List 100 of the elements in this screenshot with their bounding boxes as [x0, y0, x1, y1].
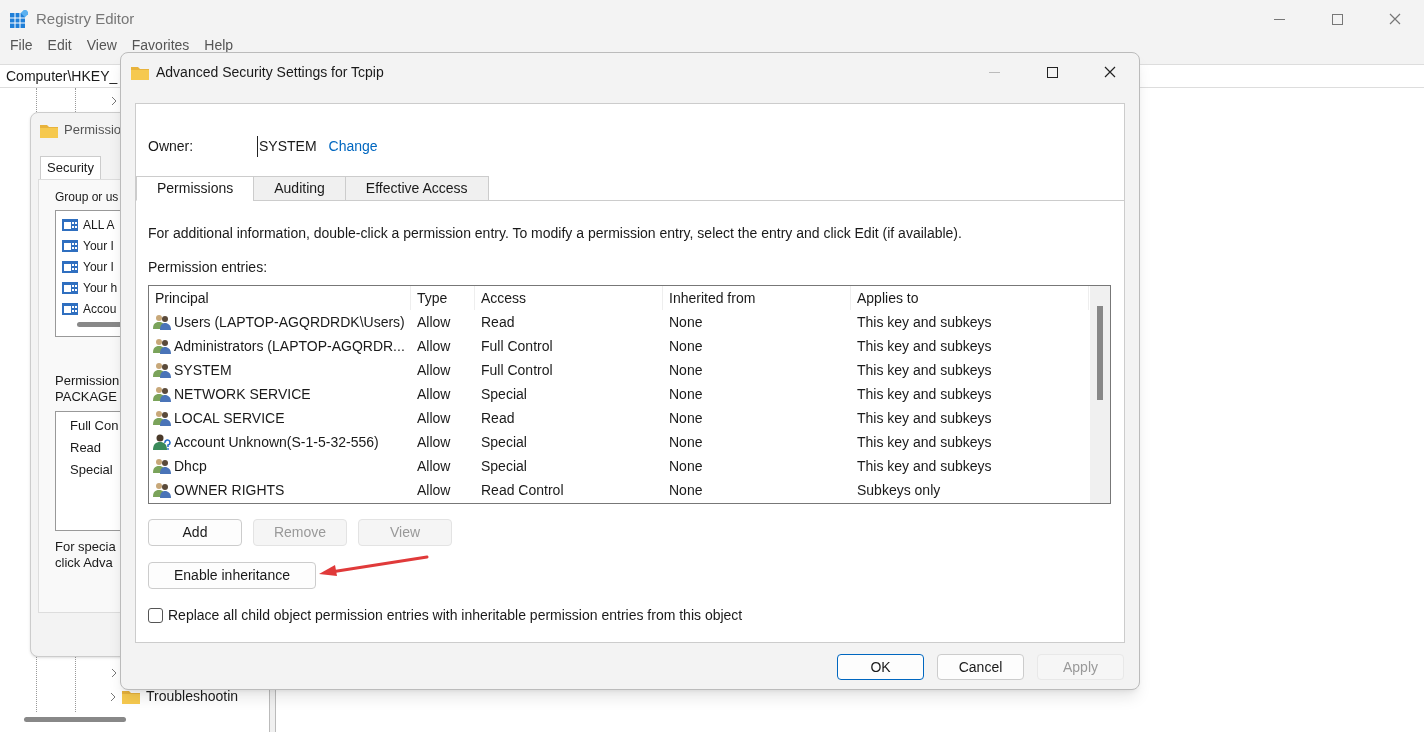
folder-icon	[40, 122, 58, 138]
table-cell-text: Allow	[416, 384, 451, 404]
table-cell-text: Users (LAPTOP-AGQRDRDK\Users)	[174, 312, 405, 332]
table-cell-text: This key and subkeys	[856, 360, 992, 380]
column-header[interactable]: Type	[411, 286, 475, 310]
table-cell-text: Dhcp	[174, 456, 207, 476]
folder-icon	[131, 64, 149, 80]
tab[interactable]: Security	[40, 156, 101, 179]
column-header[interactable]: Principal	[149, 286, 411, 310]
owner-label: Owner:	[148, 136, 195, 156]
column-header[interactable]: Access	[475, 286, 663, 310]
maximize-icon	[1046, 66, 1058, 78]
scrollbar-thumb[interactable]	[24, 717, 126, 722]
list-item[interactable]: Accou	[83, 299, 117, 318]
owner-value: SYSTEM	[257, 135, 317, 157]
dialog-button[interactable]: Cancel	[937, 654, 1024, 680]
window-title: Registry Editor	[36, 8, 135, 29]
column-header[interactable]: Applies to	[851, 286, 1089, 310]
menu-item[interactable]: View	[86, 38, 117, 52]
table-cell-text: Full Control	[480, 336, 553, 356]
dialog-title: Advanced Security Settings for Tcpip	[156, 62, 384, 82]
list-item[interactable]: ALL A	[83, 215, 115, 234]
group-icon	[61, 280, 79, 295]
table-cell-text: Allow	[416, 432, 451, 452]
menu-item[interactable]: Favorites	[131, 38, 190, 52]
table-cell-text: This key and subkeys	[856, 408, 992, 428]
table-cell-text: Allow	[416, 456, 451, 476]
chevron-icon[interactable]	[111, 96, 117, 106]
checkbox[interactable]	[148, 608, 163, 623]
change-link[interactable]: Change	[328, 135, 378, 157]
menu-item[interactable]: Help	[204, 38, 234, 52]
table-cell-text: Full Control	[480, 360, 553, 380]
table-cell-text: This key and subkeys	[856, 312, 992, 332]
table-cell-text: None	[668, 384, 703, 404]
label: Permission	[55, 373, 121, 389]
registry-icon	[10, 10, 28, 28]
users-icon	[153, 458, 171, 474]
maximize-icon	[1331, 13, 1343, 25]
tab[interactable]: Auditing	[253, 176, 346, 201]
group-icon	[61, 301, 79, 316]
users-icon	[153, 314, 171, 330]
table-cell-text: Account Unknown(S-1-5-32-556)	[174, 432, 379, 452]
group-icon	[61, 259, 79, 274]
table-cell-text: SYSTEM	[174, 360, 232, 380]
chevron-icon[interactable]	[110, 691, 116, 702]
tab[interactable]: Permissions	[136, 176, 255, 201]
enable-inheritance-button[interactable]: Enable inheritance	[148, 562, 316, 589]
users-icon	[153, 386, 171, 402]
table-cell-text: LOCAL SERVICE	[174, 408, 285, 428]
menu-item[interactable]: Edit	[47, 38, 72, 52]
list-item[interactable]: Your I	[83, 257, 114, 276]
folder-icon	[122, 689, 140, 704]
table-cell-text: Administrators (LAPTOP-AGQRDR...	[174, 336, 405, 356]
note-text: For specia	[55, 539, 117, 555]
checkbox-label: Replace all child object permission entries with inheritable permission entries from this object	[168, 606, 743, 625]
list-item[interactable]: Your I	[83, 236, 114, 255]
table-cell-text: Allow	[416, 360, 451, 380]
chevron-icon[interactable]	[111, 668, 117, 678]
action-button[interactable]: Add	[148, 519, 242, 546]
tree-item[interactable]: Troubleshootin	[146, 686, 239, 707]
entries-label: Permission entries:	[148, 259, 269, 275]
group-icon	[61, 217, 79, 232]
table-cell-text: None	[668, 360, 703, 380]
table-cell-text: Allow	[416, 480, 451, 500]
column-header[interactable]: Inherited from	[663, 286, 851, 310]
table-cell-text: None	[668, 336, 703, 356]
user-question-icon	[153, 434, 171, 450]
scrollbar-thumb[interactable]	[1097, 306, 1103, 400]
table-cell-text: Read	[480, 408, 515, 428]
table-cell-text: None	[668, 408, 703, 428]
list-item: Full Con	[70, 417, 120, 435]
menu-item[interactable]: File	[10, 38, 33, 52]
group-icon	[61, 238, 79, 253]
list-item[interactable]: Your h	[83, 278, 118, 297]
table-cell-text: Subkeys only	[856, 480, 941, 500]
table-cell-text: This key and subkeys	[856, 456, 992, 476]
dialog-button[interactable]: OK	[837, 654, 924, 680]
table-cell-text: This key and subkeys	[856, 384, 992, 404]
table-cell-text: Special	[480, 432, 527, 452]
table-cell-text: OWNER RIGHTS	[174, 480, 285, 500]
minimize-icon	[1273, 18, 1285, 20]
users-icon	[153, 338, 171, 354]
tab[interactable]: Effective Access	[344, 176, 489, 201]
table-cell-text: This key and subkeys	[856, 432, 992, 452]
table-cell-text: Read	[480, 312, 515, 332]
table-cell-text: Special	[480, 384, 527, 404]
table-cell-text: Allow	[416, 408, 451, 428]
table-cell-text: NETWORK SERVICE	[174, 384, 311, 404]
dialog-title: Permissio	[64, 121, 122, 140]
users-icon	[153, 410, 171, 426]
table-cell-text: None	[668, 456, 703, 476]
table-cell-text: None	[668, 312, 703, 332]
list-item: Special	[70, 461, 114, 479]
note-text: click Adva	[55, 555, 114, 571]
table-cell-text: This key and subkeys	[856, 336, 992, 356]
users-icon	[153, 482, 171, 498]
table-cell-text: Allow	[416, 336, 451, 356]
table-cell-text: Read Control	[480, 480, 564, 500]
label: PACKAGE	[55, 389, 118, 405]
minimize-icon	[988, 71, 1000, 73]
